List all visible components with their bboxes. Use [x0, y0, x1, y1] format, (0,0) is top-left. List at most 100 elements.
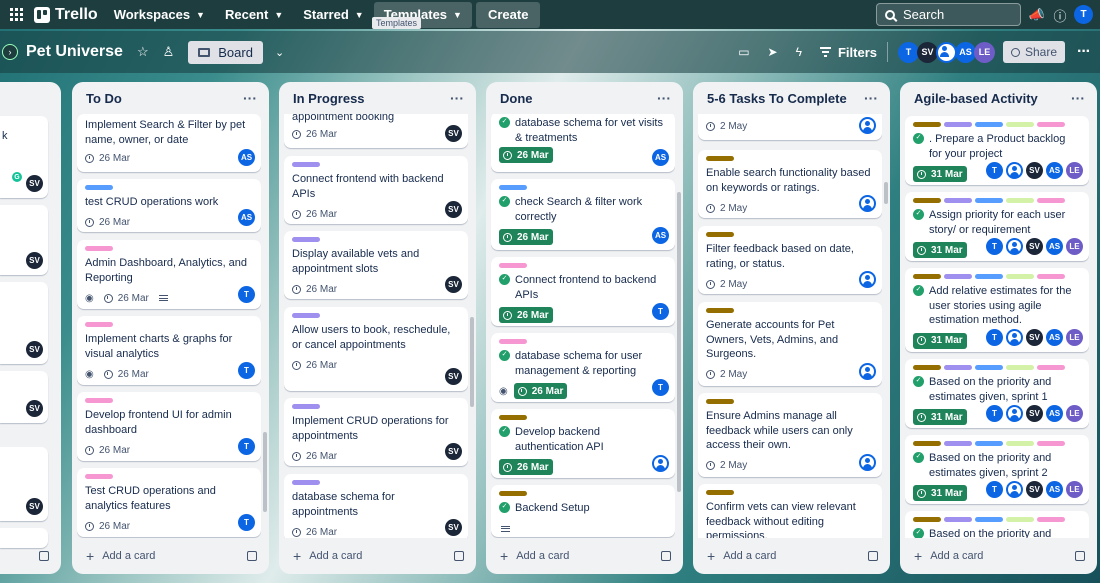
member-avatar[interactable]	[935, 41, 957, 63]
due-date-complete-badge[interactable]: 26 Mar	[499, 459, 553, 475]
search-input[interactable]: Search	[876, 3, 1021, 26]
list-item[interactable]: ✓ Backend Setup	[491, 485, 675, 537]
list-item[interactable]: ✓ Add relative estimates for the user sto…	[905, 268, 1089, 352]
help-icon[interactable]: ⓘ	[1050, 5, 1070, 25]
complete-check-icon[interactable]: ✓	[499, 117, 510, 128]
list-item[interactable]: SV	[0, 447, 48, 521]
create-button[interactable]: Create	[475, 1, 541, 28]
star-icon[interactable]: ☆	[137, 44, 149, 60]
list-item[interactable]: Develop frontend UI for admin dashboard …	[77, 392, 261, 461]
member-avatar[interactable]: AS	[954, 41, 976, 63]
list-item[interactable]: ✓ check Search & filter work correctly 26…	[491, 179, 675, 250]
share-button[interactable]: Share	[1002, 41, 1066, 63]
complete-check-icon[interactable]: ✓	[913, 133, 924, 144]
due-date-complete-badge[interactable]: 26 Mar	[499, 229, 553, 245]
list-item[interactable]: SV	[0, 282, 48, 364]
complete-check-icon[interactable]: ✓	[913, 528, 924, 538]
board-view-button[interactable]: Board	[188, 40, 263, 64]
list-item[interactable]: Enable search functionality based on key…	[698, 150, 882, 218]
list-item[interactable]: SV	[0, 205, 48, 275]
complete-check-icon[interactable]: ✓	[499, 196, 510, 207]
complete-check-icon[interactable]: ✓	[913, 285, 924, 296]
complete-check-icon[interactable]: ✓	[913, 452, 924, 463]
visibility-icon[interactable]: ♙	[163, 44, 175, 60]
list-item[interactable]: ✓ . Prepare a Product backlog for your pr…	[905, 116, 1089, 185]
card-template-icon[interactable]	[454, 551, 464, 561]
list-item[interactable]: Admin Dashboard, Analytics, and Reportin…	[77, 240, 261, 309]
list-title[interactable]: To Do	[86, 91, 122, 106]
complete-check-icon[interactable]: ✓	[499, 274, 510, 285]
list-item[interactable]: database schema for appointments 26 Mar …	[284, 474, 468, 538]
list-item[interactable]: ✓ Based on the priority and estimates giv…	[905, 359, 1089, 428]
list-item[interactable]: Connect frontend with backend APIs 26 Ma…	[284, 156, 468, 224]
add-card-button[interactable]: + Add a card	[914, 548, 983, 564]
list-title[interactable]: In Progress	[293, 91, 365, 106]
due-date-complete-badge[interactable]: 31 Mar	[913, 166, 967, 182]
list-item[interactable]: Generate accounts for Pet Owners, Vets, …	[698, 302, 882, 386]
lightning-icon[interactable]: ϟ	[796, 45, 802, 59]
list-item[interactable]: Display available vets and appointment s…	[284, 231, 468, 299]
nav-recent-button[interactable]: Recent ▼	[215, 2, 293, 28]
list-item[interactable]: appointment booking 26 Mar SV	[284, 114, 468, 148]
list-item[interactable]: ✓ Connect frontend to backend APIs 26 Mar…	[491, 257, 675, 326]
member-avatar[interactable]: SV	[916, 41, 938, 63]
due-date-complete-badge[interactable]: 31 Mar	[913, 242, 967, 258]
list-item[interactable]: 2 May	[698, 114, 882, 140]
more-options-icon[interactable]: ···	[1077, 43, 1091, 61]
card-template-icon[interactable]	[247, 551, 257, 561]
list-menu-icon[interactable]: ···	[657, 90, 671, 106]
due-date-complete-badge[interactable]: 26 Mar	[513, 383, 568, 399]
list-menu-icon[interactable]: ···	[1071, 90, 1085, 106]
list-item[interactable]: Test CRUD operations and analytics featu…	[77, 468, 261, 537]
power-ups-icon[interactable]: ▭	[738, 45, 749, 59]
chevron-down-icon[interactable]: ⌄	[275, 46, 284, 59]
member-avatar[interactable]: T	[897, 41, 919, 63]
filters-button[interactable]: Filters	[819, 45, 877, 60]
list-menu-icon[interactable]: ···	[864, 90, 878, 106]
due-date-complete-badge[interactable]: 31 Mar	[913, 409, 967, 425]
card-template-icon[interactable]	[868, 551, 878, 561]
add-card-button[interactable]: + Add a card	[86, 548, 155, 564]
list-item[interactable]: ✓ Assign priority for each user story/ or…	[905, 192, 1089, 261]
member-avatar[interactable]: LE	[973, 41, 995, 63]
list-item[interactable]: k SV	[0, 116, 48, 198]
list-item[interactable]: Implement CRUD operations for appointmen…	[284, 398, 468, 466]
list-item[interactable]: Allow users to book, reschedule, or canc…	[284, 307, 468, 391]
list-title[interactable]: 5-6 Tasks To Complete	[707, 91, 847, 106]
add-card-button[interactable]: + Add a card	[500, 548, 569, 564]
list-title[interactable]: Done	[500, 91, 533, 106]
add-card-button[interactable]: + Add a card	[293, 548, 362, 564]
complete-check-icon[interactable]: ✓	[913, 209, 924, 220]
list-item[interactable]: Ensure Admins manage all feedback while …	[698, 393, 882, 477]
grammarly-icon[interactable]: G	[0, 170, 24, 184]
add-card-button[interactable]: + Add a card	[707, 548, 776, 564]
app-switcher-icon[interactable]	[10, 7, 24, 22]
list-scrollbar[interactable]	[263, 432, 267, 512]
nav-starred-button[interactable]: Starred ▼	[293, 2, 373, 28]
list-menu-icon[interactable]: ···	[243, 90, 257, 106]
list-item[interactable]: SV	[0, 371, 48, 423]
trello-logo[interactable]: Trello	[34, 6, 98, 24]
card-template-icon[interactable]	[661, 551, 671, 561]
list-item[interactable]: Filter feedback based on date, rating, o…	[698, 226, 882, 294]
list-item[interactable]: test CRUD operations work 26 Mar AS	[77, 179, 261, 232]
list-scrollbar[interactable]	[884, 182, 888, 204]
list-item[interactable]: ✓ Develop backend authentication API 26 M…	[491, 409, 675, 478]
complete-check-icon[interactable]: ✓	[499, 502, 510, 513]
list-item[interactable]: ✓ database schema for user management & r…	[491, 333, 675, 402]
list-title[interactable]: Agile-based Activity	[914, 91, 1038, 106]
list-item[interactable]: Confirm vets can view relevant feedback …	[698, 484, 882, 538]
list-item[interactable]: Implement charts & graphs for visual ana…	[77, 316, 261, 385]
complete-check-icon[interactable]: ✓	[499, 426, 510, 437]
due-date-complete-badge[interactable]: 31 Mar	[913, 485, 967, 501]
complete-check-icon[interactable]: ✓	[499, 350, 510, 361]
list-item[interactable]: ✓ Based on the priority and estimates giv…	[905, 435, 1089, 504]
list-item[interactable]: Implement Search & Filter by pet name, o…	[77, 114, 261, 172]
list-menu-icon[interactable]: ···	[450, 90, 464, 106]
due-date-complete-badge[interactable]: 31 Mar	[913, 332, 967, 349]
list-scrollbar[interactable]	[677, 192, 681, 492]
due-date-complete-badge[interactable]: 26 Mar	[499, 307, 553, 323]
list-scrollbar[interactable]	[470, 317, 474, 407]
megaphone-icon[interactable]: 📣	[1027, 5, 1047, 25]
sidebar-expand-icon[interactable]: ›	[2, 44, 18, 60]
